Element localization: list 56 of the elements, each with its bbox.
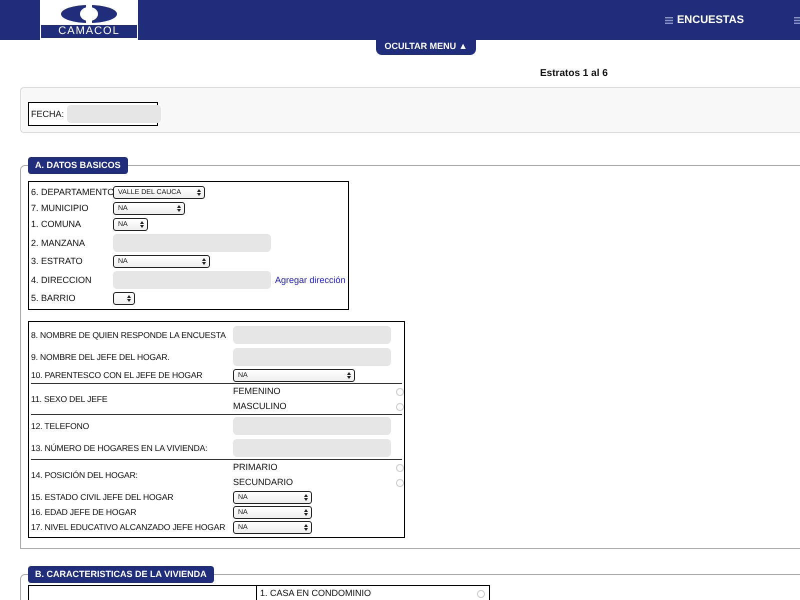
text-field[interactable] [233,417,391,435]
field-label: 13. NÚMERO DE HOGARES EN LA VIVIENDA: [31,442,208,454]
option-label: FEMENINO [233,386,281,397]
section-title: B. CARACTERISTICAS DE LA VIVIENDA [28,566,214,583]
field-label: FECHA: [31,108,64,120]
field-label: 15. ESTADO CIVIL JEFE DEL HOGAR [31,492,174,503]
text-field[interactable] [233,439,391,457]
logo-text: CAMACOL [41,25,137,38]
caret-icon [197,189,201,196]
select-field[interactable] [113,292,135,305]
radio-button[interactable] [396,402,404,410]
caret-icon [304,524,308,531]
option-label: 1. CASA EN CONDOMINIO [260,588,372,599]
section-title: A. DATOS BASICOS [28,157,128,174]
field-label: 12. TELEFONO [31,420,90,432]
radio-button[interactable] [477,590,485,598]
field-label: 7. MUNICIPIO [31,203,90,214]
hide-menu-button[interactable]: OCULTAR MENU ▲ [376,38,476,55]
add-address-link[interactable]: Agregar dirección [275,274,346,286]
caret-icon [304,494,308,501]
text-field[interactable] [113,234,271,252]
field-label: 14. POSICIÓN DEL HOGAR: [31,470,139,480]
text-field[interactable] [233,326,391,344]
caret-icon [304,509,308,516]
field-label: 8. NOMBRE DE QUIEN RESPONDE LA ENCUESTA [31,330,227,340]
radio-button[interactable] [396,388,404,396]
caret-icon [202,258,206,265]
option-label: PRIMARIO [233,462,278,473]
field-label: 1. COMUNA [31,219,82,230]
radio-button[interactable] [396,464,404,472]
text-field[interactable] [113,271,271,289]
field-label: 3. ESTRATO [31,256,84,267]
menu-icon[interactable] [794,16,800,24]
menu-icon [664,16,673,24]
field-label: 17. NIVEL EDUCATIVO ALCANZADO JEFE HOGAR [31,522,226,533]
caret-icon [140,221,144,228]
field-label: 5. BARRIO [31,293,77,304]
field-label: 16. EDAD JEFE DE HOGAR [31,507,138,518]
option-label: MASCULINO [233,401,287,412]
field-label: 6. DEPARTAMENTO [31,187,113,198]
field-label: 2. MANZANA [31,238,86,248]
logo-icon [59,4,119,24]
option-label: SECUNDARIO [233,477,294,488]
field-label: 9. NOMBRE DEL JEFE DEL HOGAR. [31,352,171,362]
logo[interactable]: CAMACOL [40,0,138,40]
caret-icon [177,205,181,212]
caret-icon [347,372,351,379]
menu-item[interactable]: ENCUESTAS [664,14,744,26]
radio-button[interactable] [396,478,404,486]
text-field[interactable] [233,348,391,366]
field-label: 10. PARENTESCO CON EL JEFE DE HOGAR [31,370,204,381]
caret-icon [127,295,131,302]
field-label: 4. DIRECCION [31,274,93,286]
page-subtitle: Estratos 1 al 6 [539,68,609,79]
date-field[interactable] [67,105,162,123]
field-label: 11. SEXO DEL JEFE [31,394,108,404]
